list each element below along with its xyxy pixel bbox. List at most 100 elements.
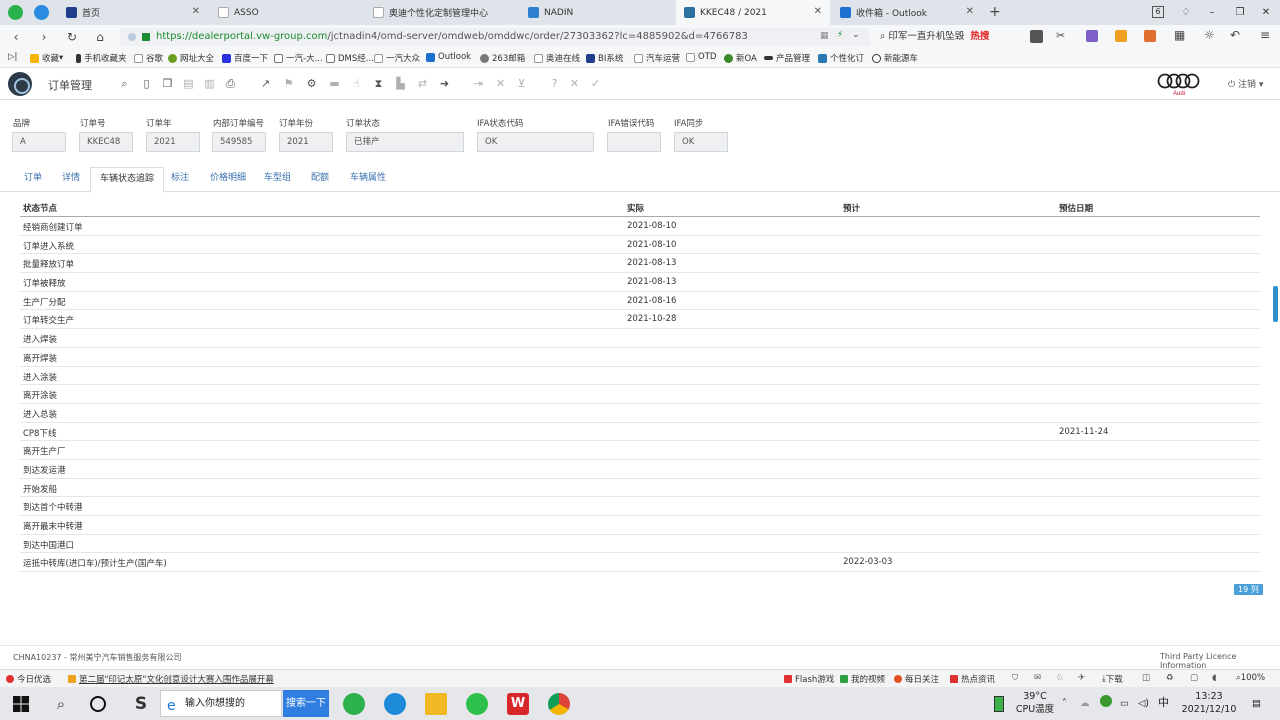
tab-vehicle-status[interactable]: 车辆状态追踪 — [90, 167, 165, 193]
table-row[interactable]: 订单转交生产 2021-10-28 — [20, 310, 1260, 330]
360-browser-icon[interactable] — [343, 693, 365, 715]
chevron-up-icon[interactable]: ˄ — [1062, 697, 1067, 710]
browser-tab-audi-custom[interactable]: 奥迪个性化定制管理中心 — [365, 0, 520, 25]
browser-tab-order[interactable]: KKEC48 / 2021 ✕ — [676, 0, 830, 25]
table-row[interactable]: 批量释放订单 2021-08-13 — [20, 254, 1260, 274]
table-row[interactable]: 订单进入系统 2021-08-10 — [20, 236, 1260, 255]
taskbar-search-button[interactable]: 搜索一下 — [283, 690, 329, 717]
apps-grid-icon[interactable]: ▦ — [1174, 28, 1185, 42]
table-row[interactable]: 生产厂分配 2021-08-16 — [20, 292, 1260, 311]
bookmark-item[interactable]: 百度一下 — [222, 52, 268, 64]
undo-icon[interactable]: ↶ — [1230, 28, 1240, 42]
zoom-level[interactable]: ⌕ 100% — [1236, 673, 1265, 683]
hot-news[interactable]: 热点资讯 — [950, 673, 995, 685]
tab-model-group[interactable]: 车型组 — [264, 167, 291, 192]
speed-status-icon[interactable]: ✈ — [1078, 673, 1085, 683]
table-row[interactable]: 订单被释放 2021-08-13 — [20, 273, 1260, 292]
window-icon[interactable]: ◫ — [1142, 673, 1150, 683]
bookmark-item[interactable]: 一汽大众 — [374, 52, 420, 64]
windows-start-icon[interactable] — [10, 693, 32, 715]
search-icon[interactable]: ⌕ — [50, 693, 72, 715]
ime-indicator[interactable]: 中 — [1158, 696, 1169, 709]
bookmark-item[interactable]: 产品管理 — [764, 52, 810, 64]
print-icon[interactable]: ⎙ — [224, 77, 237, 90]
bookmark-item[interactable]: Outlook — [426, 52, 471, 62]
my-videos[interactable]: 我的视频 — [840, 673, 885, 685]
notification-icon[interactable]: ▤ — [1252, 697, 1261, 710]
app-logo-icon[interactable] — [8, 72, 32, 96]
file-explorer-icon[interactable] — [425, 693, 447, 715]
table-row[interactable]: 到达中国港口 — [20, 535, 1260, 554]
shirt-icon[interactable]: ♢ — [1172, 0, 1200, 25]
wechat-icon[interactable] — [466, 693, 488, 715]
scissors-icon[interactable]: ✂ — [1056, 29, 1065, 42]
bookmark-item[interactable]: OTD — [686, 52, 716, 62]
edge-icon[interactable] — [384, 693, 406, 715]
bookmark-item[interactable]: 新能源车 — [872, 52, 918, 64]
gamepad-icon[interactable]: ♘ — [1056, 673, 1064, 683]
mail-icon[interactable]: ✉ — [1034, 673, 1041, 683]
tab-price-details[interactable]: 价格明细 — [210, 167, 246, 192]
search-box[interactable]: ⌕ 印军一直升机坠毁 热搜 — [880, 28, 1020, 46]
tab-order[interactable]: 订单 — [24, 167, 42, 192]
sidebar-toggle-icon[interactable]: ▷| — [8, 52, 17, 62]
settings-icon[interactable]: ⚙ — [305, 77, 318, 90]
flash-games[interactable]: Flash游戏 — [784, 673, 834, 685]
wps-icon[interactable]: W — [507, 693, 529, 715]
cloud-icon[interactable]: ☁ — [1080, 697, 1090, 710]
url-input[interactable]: https://dealerportal.vw-group.com/jctnad… — [120, 28, 870, 46]
trash-icon[interactable]: ♻ — [1166, 673, 1174, 683]
cortana-icon[interactable] — [90, 696, 106, 712]
chrome-icon[interactable] — [548, 693, 570, 715]
forward-circle-icon[interactable]: ➜ — [438, 77, 451, 90]
download-button[interactable]: ⤓ 下载 — [1102, 673, 1123, 685]
table-row[interactable]: 开始发船 — [20, 479, 1260, 498]
close-window-icon[interactable]: ✕ — [1252, 0, 1280, 25]
new-document-icon[interactable]: ▯ — [140, 77, 153, 90]
bookmark-item[interactable]: 手机收藏夹 — [76, 52, 127, 64]
bookmark-item[interactable]: 汽车运营 — [634, 52, 680, 64]
hourglass-icon[interactable]: ⧗ — [372, 77, 385, 90]
battery-icon[interactable] — [994, 696, 1004, 712]
table-row[interactable]: 到达发运港 — [20, 460, 1260, 479]
network-icon[interactable]: ▭ — [1120, 697, 1129, 710]
tab-vehicle-attributes[interactable]: 车辆属性 — [350, 167, 386, 192]
table-row[interactable]: 进入涂装 — [20, 367, 1260, 386]
menu-icon[interactable]: ≡ — [1260, 28, 1270, 42]
reload-icon[interactable]: ↻ — [64, 29, 80, 45]
browser-side-icon[interactable] — [34, 5, 49, 20]
table-row[interactable]: 离开焊装 — [20, 348, 1260, 367]
back-icon[interactable]: ‹ — [8, 29, 24, 45]
reader-icon[interactable]: ▦ — [820, 31, 829, 41]
scrollbar-thumb[interactable] — [1273, 286, 1278, 322]
new-tab-icon[interactable]: + — [989, 4, 1001, 20]
browser-tab-outlook[interactable]: 收件箱 - Outlook ✕ — [832, 0, 982, 25]
browser-tab-asso[interactable]: ASSO — [210, 0, 360, 25]
bookmark-item[interactable]: 263邮箱 — [480, 52, 525, 64]
sound-icon[interactable]: ◖ — [1212, 673, 1216, 683]
bookmark-item[interactable]: 网址大全 — [168, 52, 214, 64]
maximize-icon[interactable]: ❐ — [1226, 0, 1254, 25]
app-s-icon[interactable]: S — [130, 693, 152, 715]
logout-button[interactable]: ⏻ 注销 ▾ — [1228, 77, 1263, 90]
forward-icon[interactable]: › — [36, 29, 52, 45]
table-row[interactable]: 离开生产厂 — [20, 441, 1260, 460]
shield-icon[interactable] — [1115, 30, 1127, 42]
screenshot-icon[interactable] — [1030, 30, 1043, 43]
column-header[interactable]: 状态节点 — [23, 202, 57, 214]
tab-quota[interactable]: 配额 — [311, 167, 329, 192]
theme-icon[interactable]: ☼ — [1204, 28, 1215, 42]
360-tray-icon[interactable] — [1100, 695, 1112, 707]
layout-icon[interactable]: ▢ — [1190, 673, 1198, 683]
table-row[interactable]: 离开涂装 — [20, 385, 1260, 404]
cpu-temperature[interactable]: 39°C CPU温度 — [1012, 690, 1058, 716]
bookmark-item[interactable]: BI系统 — [586, 52, 623, 64]
bookmark-item[interactable]: 奥迪在线 — [534, 52, 580, 64]
browser-tab-nadin[interactable]: NADIN — [520, 0, 675, 25]
tab-details[interactable]: 详情 — [62, 167, 80, 192]
minimize-icon[interactable]: – — [1198, 0, 1226, 25]
table-row[interactable]: 离开最末中转港 — [20, 516, 1260, 535]
volume-icon[interactable]: ◁) — [1138, 697, 1149, 710]
bookmark-item[interactable]: 新OA — [724, 52, 757, 64]
column-header[interactable]: 预估日期 — [1059, 202, 1093, 214]
